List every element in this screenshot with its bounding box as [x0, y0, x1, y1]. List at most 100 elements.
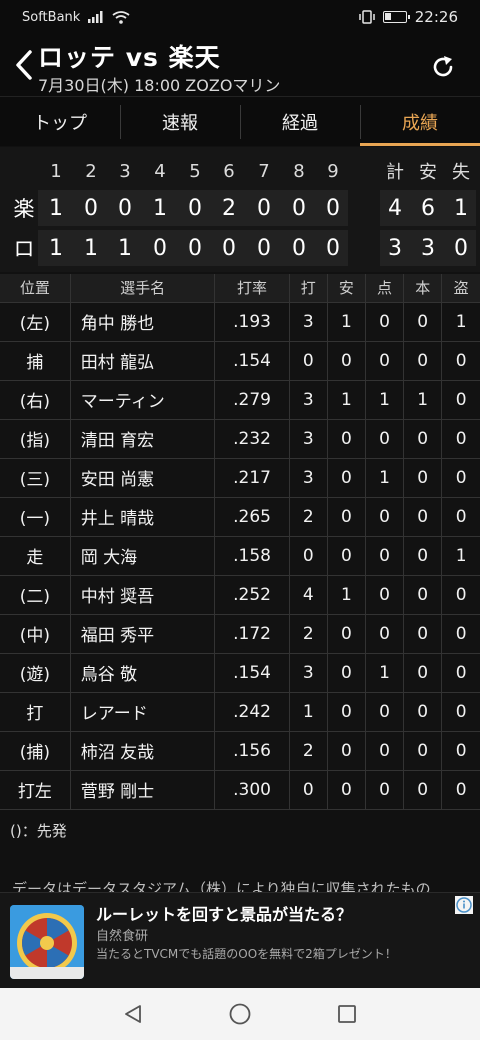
- inning-score: 1: [49, 235, 63, 261]
- inning-score: 0: [118, 195, 132, 221]
- inning-label: 2: [85, 160, 97, 182]
- table-row: (遊) 鳥谷 敬 .154 3 0 1 0 0: [0, 653, 480, 693]
- inning-score: 0: [188, 235, 202, 261]
- cell-player-name[interactable]: マーティン: [70, 380, 216, 420]
- table-row: 打レアード .242 1 0 0 0 0: [0, 692, 480, 732]
- cell-rbi: 0: [365, 302, 405, 342]
- cell-player-name[interactable]: 角中 勝也: [70, 302, 216, 342]
- cell-position: (右): [0, 380, 71, 420]
- cell-rbi: 0: [365, 536, 405, 576]
- cell-hits: 1: [327, 575, 366, 615]
- table-row: (指) 清田 育宏 .232 3 0 0 0 0: [0, 419, 480, 459]
- cell-player-name[interactable]: 菅野 剛士: [70, 770, 216, 810]
- cell-hits: 0: [327, 497, 366, 537]
- cell-position: (左): [0, 302, 71, 342]
- cell-position: (遊): [0, 653, 71, 693]
- inning-score: 0: [257, 235, 271, 261]
- col-header-avg: 打率: [214, 274, 290, 303]
- nav-home-button[interactable]: [220, 994, 260, 1034]
- cell-at-bats: 0: [289, 341, 328, 381]
- cell-hits: 0: [327, 341, 366, 381]
- cell-stolen-bases: 0: [441, 692, 480, 732]
- cell-hits: 0: [327, 458, 366, 498]
- wifi-icon: [112, 10, 130, 24]
- total-runs: 3: [388, 235, 402, 261]
- system-nav-bar: [0, 988, 480, 1040]
- triangle-back-icon: [125, 1005, 142, 1023]
- cell-stolen-bases: 0: [441, 497, 480, 537]
- cell-hits: 0: [327, 614, 366, 654]
- ad-info-icon[interactable]: [454, 895, 474, 915]
- tab-live[interactable]: 速報: [120, 97, 240, 146]
- cell-position: (一): [0, 497, 71, 537]
- cell-player-name[interactable]: 鳥谷 敬: [70, 653, 216, 693]
- cell-home-runs: 0: [403, 770, 443, 810]
- batting-stats-table: 位置 選手名 打率 打 安 点 本 盗 (左) 角中 勝也 .193 3 1 0 0 1 捕田村…: [0, 274, 480, 810]
- cell-rbi: 0: [365, 419, 405, 459]
- team-abbr: 楽: [13, 197, 35, 221]
- table-row: (中) 福田 秀平 .172 2 0 0 0 0: [0, 614, 480, 654]
- table-row: (二) 中村 奨吾 .252 4 1 0 0 0: [0, 575, 480, 615]
- ad-description: 当たるとTVCMでも話題のOOを無料で2箱プレゼント！: [96, 947, 397, 961]
- tab-bar: トップ 速報 経過 成績: [0, 96, 480, 146]
- game-title: ロッテ vs 楽天: [38, 43, 221, 72]
- cell-batting-avg: .154: [214, 341, 290, 381]
- cell-player-name[interactable]: 清田 育宏: [70, 419, 216, 459]
- cell-home-runs: 0: [403, 614, 443, 654]
- inning-score: 0: [257, 195, 271, 221]
- tab-stats[interactable]: 成績: [360, 97, 480, 146]
- cell-player-name[interactable]: 福田 秀平: [70, 614, 216, 654]
- cell-batting-avg: .232: [214, 419, 290, 459]
- refresh-icon[interactable]: [430, 54, 456, 80]
- ad-title[interactable]: ルーレットを回すと景品が当たる？: [96, 901, 352, 925]
- cell-hits: 0: [327, 653, 366, 693]
- tab-top[interactable]: トップ: [0, 97, 120, 146]
- table-row: 捕田村 龍弘 .154 0 0 0 0 0: [0, 341, 480, 381]
- circle-home-icon: [229, 1003, 251, 1025]
- cell-position: (中): [0, 614, 71, 654]
- square-recents-icon: [337, 1005, 356, 1023]
- cell-at-bats: 2: [289, 731, 328, 771]
- ad-banner[interactable]: ルーレットを回すと景品が当たる？ 自然食研 当たるとTVCMでも話題のOOを無料…: [0, 892, 480, 988]
- cell-rbi: 1: [365, 458, 405, 498]
- back-arrow-icon[interactable]: [12, 48, 36, 82]
- tab-progress[interactable]: 経過: [240, 97, 360, 146]
- cell-stolen-bases: 0: [441, 770, 480, 810]
- inning-label: 7: [258, 160, 270, 182]
- cell-stolen-bases: 0: [441, 380, 480, 420]
- cell-at-bats: 2: [289, 614, 328, 654]
- cell-at-bats: 3: [289, 419, 328, 459]
- cell-player-name[interactable]: 岡 大海: [70, 536, 216, 576]
- cell-position: (捕): [0, 731, 71, 771]
- inning-score: 0: [84, 195, 98, 221]
- cell-player-name[interactable]: 中村 奨吾: [70, 575, 216, 615]
- cell-home-runs: 0: [403, 419, 443, 459]
- cell-stolen-bases: 0: [441, 458, 480, 498]
- cell-player-name[interactable]: レアード: [70, 692, 216, 732]
- cell-hits: 1: [327, 302, 366, 342]
- nav-recents-button[interactable]: [327, 994, 367, 1034]
- cell-stolen-bases: 0: [441, 419, 480, 459]
- table-row: (捕) 柿沼 友哉 .156 2 0 0 0 0: [0, 731, 480, 771]
- cell-player-name[interactable]: 柿沼 友哉: [70, 731, 216, 771]
- cell-batting-avg: .265: [214, 497, 290, 537]
- cell-batting-avg: .300: [214, 770, 290, 810]
- cell-stolen-bases: 0: [441, 341, 480, 381]
- col-header-sb: 盗: [441, 274, 480, 303]
- table-row: (三) 安田 尚憲 .217 3 0 1 0 0: [0, 458, 480, 498]
- cell-batting-avg: .158: [214, 536, 290, 576]
- cell-batting-avg: .172: [214, 614, 290, 654]
- nav-back-button[interactable]: [113, 994, 153, 1034]
- roulette-icon: [10, 905, 84, 979]
- cell-rbi: 0: [365, 614, 405, 654]
- inning-score: 1: [49, 195, 63, 221]
- inning-label: 6: [223, 160, 235, 182]
- table-row: 打左 菅野 剛士 .300 0 0 0 0 0: [0, 770, 480, 810]
- game-header: ロッテ vs 楽天 7月30日(木) 18:00 ZOZOマリン: [0, 34, 480, 96]
- cell-player-name[interactable]: 安田 尚憲: [70, 458, 216, 498]
- inning-score: 0: [153, 235, 167, 261]
- ad-roulette-image[interactable]: [10, 905, 84, 979]
- cell-player-name[interactable]: 田村 龍弘: [70, 341, 216, 381]
- cell-player-name[interactable]: 井上 晴哉: [70, 497, 216, 537]
- total-runs-header: 計: [386, 162, 404, 183]
